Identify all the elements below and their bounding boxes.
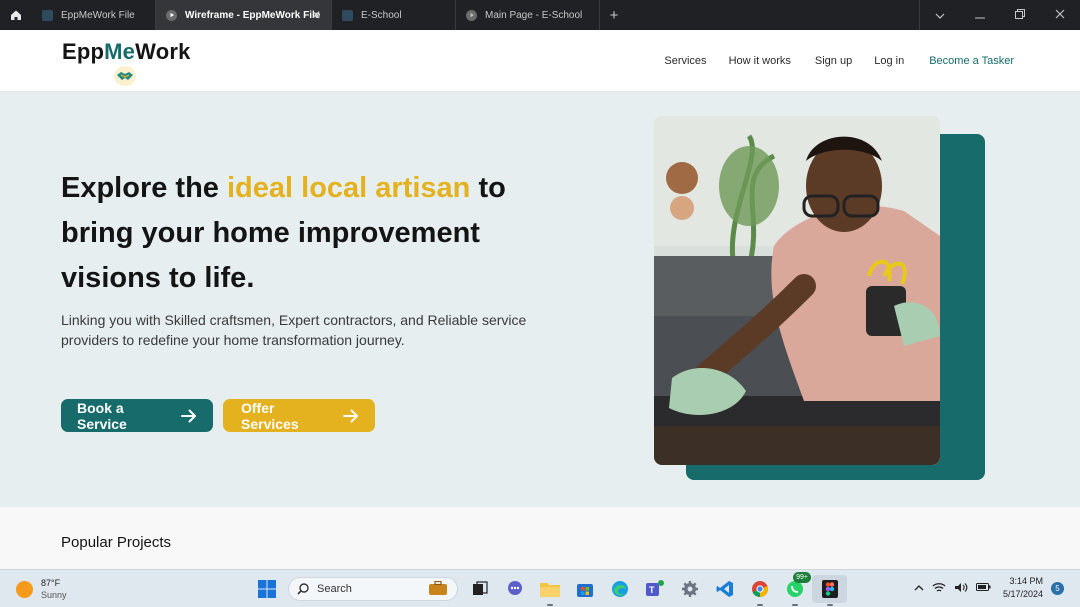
hero-photo-worker-cleaning xyxy=(654,116,940,465)
play-icon xyxy=(466,9,477,21)
book-a-service-button[interactable]: Book a Service xyxy=(61,399,213,432)
briefcase-icon xyxy=(429,580,447,598)
weather-widget[interactable]: 87°F Sunny xyxy=(16,577,67,601)
active-indicator xyxy=(826,604,833,606)
restore-icon[interactable] xyxy=(1000,8,1040,22)
settings-gear-icon[interactable] xyxy=(672,575,707,603)
battery-icon[interactable] xyxy=(975,582,991,594)
nav-become-a-tasker[interactable]: Become a Tasker xyxy=(929,55,1014,67)
task-view-icon[interactable] xyxy=(462,575,497,603)
wifi-icon[interactable] xyxy=(932,582,946,595)
vscode-icon[interactable] xyxy=(707,575,742,603)
teams-icon[interactable]: T xyxy=(637,575,672,603)
weather-condition: Sunny xyxy=(41,590,67,600)
windows-start-icon[interactable] xyxy=(249,575,284,603)
microsoft-store-icon[interactable] xyxy=(567,575,602,603)
whatsapp-icon[interactable]: 99+ xyxy=(777,572,812,606)
active-indicator xyxy=(791,604,798,606)
tab-e-school[interactable]: E-School xyxy=(332,0,456,30)
tab-label: Main Page - E-School xyxy=(485,9,583,21)
sun-icon xyxy=(16,580,33,598)
tab-label: E-School xyxy=(361,9,402,21)
arrow-right-icon xyxy=(343,409,358,422)
clock-time: 3:14 PM xyxy=(1009,576,1043,586)
file-explorer-icon[interactable] xyxy=(532,575,567,606)
handshake-icon xyxy=(114,66,136,86)
chevron-up-icon[interactable] xyxy=(914,583,924,593)
chat-icon[interactable] xyxy=(497,575,532,603)
active-indicator xyxy=(756,604,763,606)
edge-icon[interactable] xyxy=(602,575,637,603)
popular-projects-section: Popular Projects xyxy=(0,507,1080,569)
nav-services[interactable]: Services xyxy=(664,55,706,67)
logo[interactable]: EppMeWork xyxy=(62,39,191,65)
arrow-right-icon xyxy=(181,409,196,422)
browser-tab-bar: EppMeWork File Wireframe - EppMeWork Fil… xyxy=(0,0,1080,30)
tab-list-chevron-icon[interactable] xyxy=(920,8,960,22)
screen: EppMeWork File Wireframe - EppMeWork Fil… xyxy=(0,0,1080,607)
close-tab-icon[interactable]: ✕ xyxy=(311,8,321,22)
tab-label: EppMeWork File xyxy=(61,9,135,21)
search-placeholder: Search xyxy=(317,583,352,595)
notification-badge[interactable]: 5 xyxy=(1051,581,1064,595)
headline-highlight: ideal local artisan xyxy=(227,172,471,204)
offer-services-button[interactable]: Offer Services xyxy=(223,399,375,432)
book-button-label: Book a Service xyxy=(77,399,127,432)
popular-projects-title: Popular Projects xyxy=(61,534,172,551)
nav-how-it-works[interactable]: How it works xyxy=(729,55,791,67)
home-icon[interactable] xyxy=(0,0,32,30)
chrome-icon[interactable] xyxy=(742,575,777,606)
window-controls xyxy=(919,0,1080,30)
hero-headline: Explore the ideal local artisan to bring… xyxy=(61,166,581,301)
clock-date: 5/17/2024 xyxy=(1002,589,1043,599)
play-icon xyxy=(166,9,177,21)
tab-wireframe-eppmework[interactable]: Wireframe - EppMeWork File ✕ xyxy=(156,0,332,30)
system-tray: 3:14 PM 5/17/2024 5 xyxy=(914,575,1064,601)
tab-label: Wireframe - EppMeWork File xyxy=(185,9,321,21)
search-icon xyxy=(297,583,309,595)
hero-section: Explore the ideal local artisan to bring… xyxy=(0,92,1080,507)
tab-main-page-e-school[interactable]: Main Page - E-School xyxy=(456,0,600,30)
figma-file-icon xyxy=(342,9,353,21)
weather-temperature: 87°F xyxy=(41,578,61,588)
close-window-icon[interactable] xyxy=(1040,8,1080,22)
minimize-icon[interactable] xyxy=(960,8,1000,22)
logo-suffix: Work xyxy=(135,39,191,64)
main-nav: Services How it works Sign up Log in Bec… xyxy=(664,55,1014,67)
taskbar-search-box[interactable]: Search xyxy=(288,577,458,601)
figma-icon[interactable] xyxy=(812,575,847,606)
clock[interactable]: 3:14 PM 5/17/2024 xyxy=(1003,575,1043,601)
site-header: EppMeWork Services How it works Sign up … xyxy=(0,30,1080,92)
tab-eppmework-file[interactable]: EppMeWork File xyxy=(32,0,156,30)
logo-prefix: Epp xyxy=(62,39,105,64)
hero-subtext: Linking you with Skilled craftsmen, Expe… xyxy=(61,312,527,348)
active-indicator xyxy=(546,604,553,606)
whatsapp-badge: 99+ xyxy=(793,572,811,583)
speaker-icon[interactable] xyxy=(954,582,968,595)
taskbar-apps: Search T 99+ xyxy=(249,572,847,606)
nav-sign-up[interactable]: Sign up xyxy=(815,55,852,67)
nav-log-in[interactable]: Log in xyxy=(874,55,904,67)
svg-text:T: T xyxy=(649,585,655,595)
offer-button-label: Offer Services xyxy=(241,399,299,432)
figma-file-icon xyxy=(42,9,53,21)
new-tab-button[interactable]: + xyxy=(600,0,628,30)
logo-highlight: Me xyxy=(104,39,136,64)
taskbar: 87°F Sunny Search T 99+ 3:14 PM 5/17/202… xyxy=(0,569,1080,607)
headline-part1: Explore the xyxy=(61,172,227,204)
